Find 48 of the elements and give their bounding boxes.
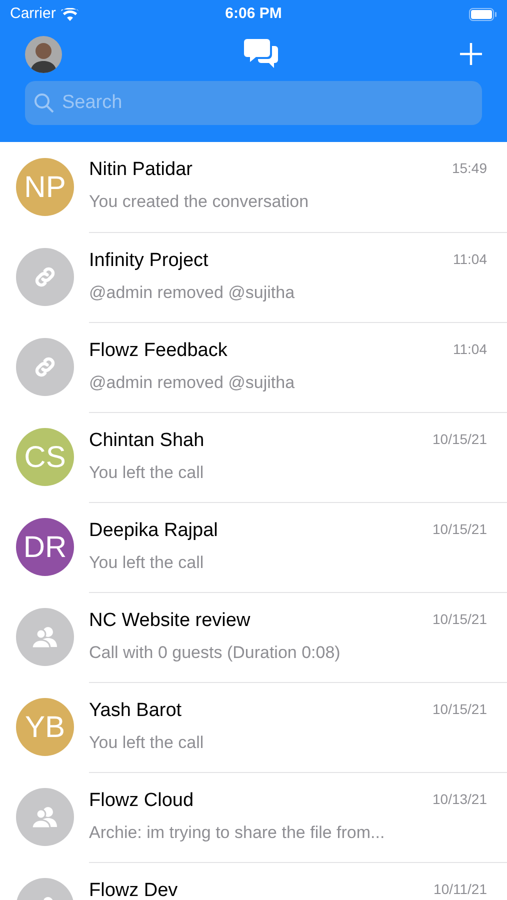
conversation-time: 10/11/21 xyxy=(434,880,487,899)
conversation-name: Flowz Dev xyxy=(89,879,178,900)
conversation-row[interactable]: CS Chintan Shah 10/15/21 You left the call xyxy=(0,412,507,502)
wifi-icon xyxy=(60,8,79,20)
conversation-name: NC Website review xyxy=(89,609,250,633)
conversation-time: 10/15/21 xyxy=(432,430,487,449)
initials-avatar: YB xyxy=(16,698,74,756)
profile-avatar[interactable] xyxy=(25,36,62,72)
last-message: Archie: im trying to share the file from... xyxy=(89,822,386,844)
conversation-name: Flowz Feedback xyxy=(89,339,228,363)
conversation-row[interactable]: DR Deepika Rajpal 10/15/21 You left the call xyxy=(0,502,507,592)
conversation-time: 11:04 xyxy=(453,250,487,269)
conversation-row[interactable]: Flowz Feedback 11:04 @admin removed @sujitha xyxy=(0,322,507,412)
initials-avatar: DR xyxy=(16,518,74,576)
last-message: You created the conversation xyxy=(89,191,310,213)
conversation-row[interactable]: NC Website review 10/15/21 Call with 0 guests (Duration 0:08) xyxy=(0,592,507,682)
last-message: @admin removed @sujitha xyxy=(89,372,296,394)
conversation-row[interactable]: Flowz Cloud 10/13/21 Archie: im trying to share the file from... xyxy=(0,772,507,862)
conversation-name: Flowz Cloud xyxy=(89,789,194,813)
conversation-row[interactable]: NP Nitin Patidar 15:49 You created the conversation xyxy=(0,142,507,232)
search-field[interactable]: Search xyxy=(25,81,482,125)
conversation-name: Nitin Patidar xyxy=(89,158,192,182)
search-icon xyxy=(34,93,54,113)
conversation-name: Chintan Shah xyxy=(89,429,204,453)
last-message: You left the call xyxy=(89,462,205,484)
conversation-time: 10/13/21 xyxy=(432,790,487,809)
clock-time: 6:06 PM xyxy=(225,4,282,24)
battery-icon xyxy=(469,8,498,20)
conversation-row[interactable]: Infinity Project 11:04 @admin removed @sujitha xyxy=(0,232,507,322)
conversation-time: 11:04 xyxy=(453,340,487,359)
last-message: @admin removed @sujitha xyxy=(89,282,296,304)
conversation-row[interactable]: Flowz Dev 10/11/21 xyxy=(0,862,507,900)
conversation-time: 10/15/21 xyxy=(432,520,487,539)
last-message: You left the call xyxy=(89,732,205,754)
conversation-name: Infinity Project xyxy=(89,249,208,273)
last-message: You left the call xyxy=(89,552,205,574)
conversation-row[interactable]: YB Yash Barot 10/15/21 You left the call xyxy=(0,682,507,772)
conversation-name: Deepika Rajpal xyxy=(89,519,218,543)
plus-icon[interactable] xyxy=(460,43,482,65)
conversation-time: 15:49 xyxy=(452,159,487,178)
initials-avatar: NP xyxy=(16,158,74,216)
initials-avatar: CS xyxy=(16,428,74,486)
carrier-label: Carrier xyxy=(10,4,56,24)
conversation-time: 10/15/21 xyxy=(432,610,487,629)
chat-bubbles-icon[interactable] xyxy=(244,38,278,70)
conversation-name: Yash Barot xyxy=(89,699,182,723)
last-message: Call with 0 guests (Duration 0:08) xyxy=(89,642,342,664)
conversation-time: 10/15/21 xyxy=(432,700,487,719)
